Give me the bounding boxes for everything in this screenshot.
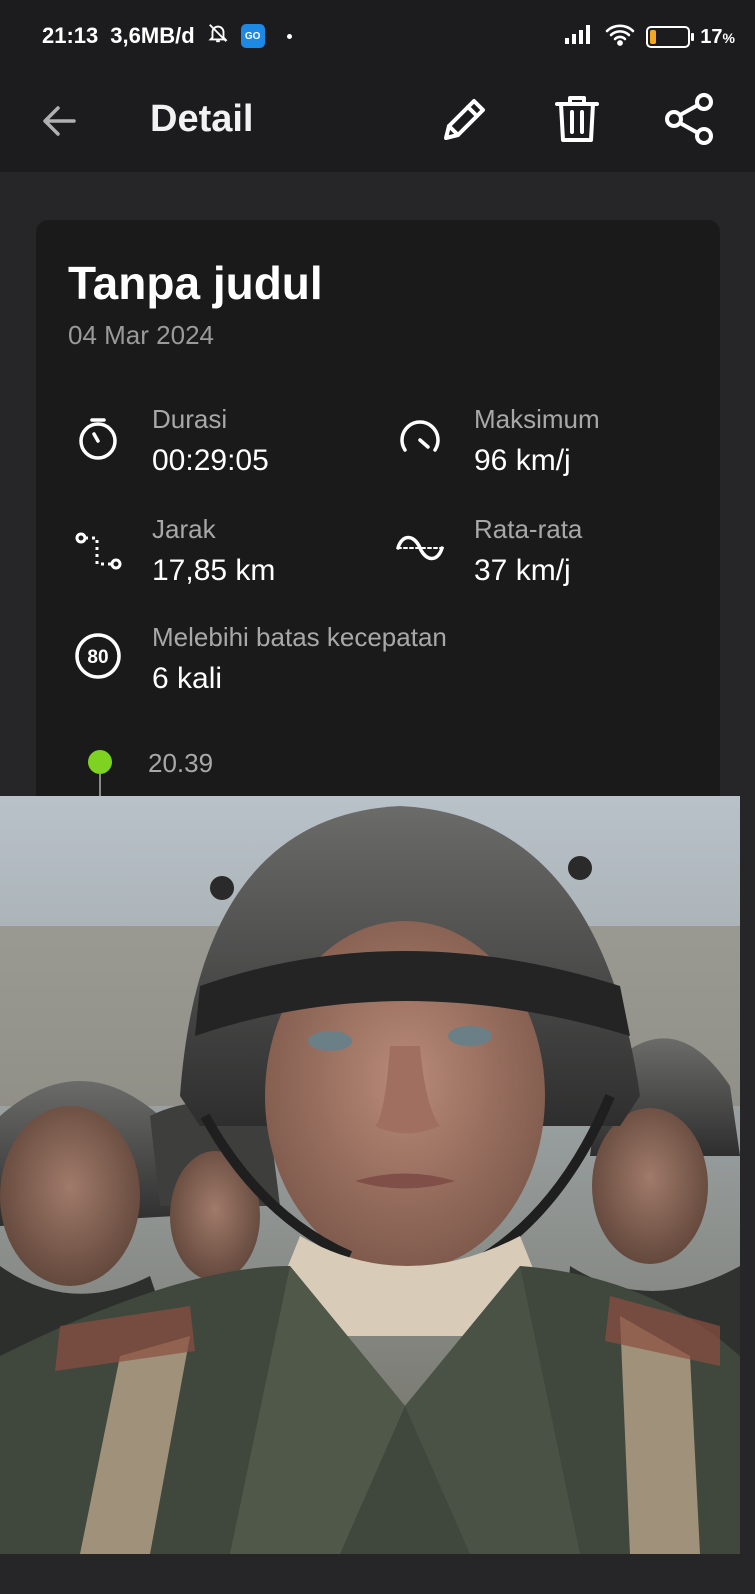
page-title: Detail xyxy=(150,98,254,140)
stat-over-limit: 80 Melebihi batas kecepatan 6 kali xyxy=(74,622,694,702)
stat-distance-label: Jarak xyxy=(152,514,216,544)
stat-distance: Jarak 17,85 km xyxy=(74,514,374,594)
edit-button[interactable] xyxy=(436,90,494,148)
stat-over-limit-value: 6 kali xyxy=(152,662,223,695)
stat-avg-speed: Rata-rata 37 km/j xyxy=(396,514,696,594)
overlay-photo xyxy=(0,796,740,1554)
share-icon xyxy=(665,93,713,145)
trip-date: 04 Mar 2024 xyxy=(68,320,214,350)
bell-off-icon xyxy=(207,22,229,50)
speed-limit-badge: 80 xyxy=(87,647,108,668)
stopwatch-icon xyxy=(79,418,117,460)
signal-icon xyxy=(564,23,594,51)
status-time: 21:13 xyxy=(42,23,99,48)
status-left: 21:13 3,6MB/d GO xyxy=(42,22,292,50)
route-icon xyxy=(75,532,122,570)
status-data-rate: 3,6MB/d xyxy=(110,23,195,48)
speed-limit-icon: 80 xyxy=(74,632,122,680)
stat-duration-label: Durasi xyxy=(152,404,228,434)
delete-button[interactable] xyxy=(548,90,606,148)
wave-icon xyxy=(396,535,444,561)
share-button[interactable] xyxy=(660,90,718,148)
stat-max-speed-label: Maksimum xyxy=(474,404,600,434)
stat-max-speed: Maksimum 96 km/j xyxy=(396,404,696,484)
soldier-photo-image xyxy=(0,796,740,1554)
trip-title: Tanpa judul xyxy=(68,257,323,309)
back-button[interactable] xyxy=(36,96,86,146)
stat-max-speed-value: 96 km/j xyxy=(474,444,571,477)
pencil-icon xyxy=(444,99,485,140)
speedometer-icon xyxy=(400,420,440,452)
status-right: 17% xyxy=(564,22,735,52)
stat-avg-speed-label: Rata-rata xyxy=(474,514,583,544)
navigation-bar xyxy=(0,1554,755,1594)
trip-detail-card: Tanpa judul 04 Mar 2024 Durasi 00:29:05 xyxy=(36,220,720,820)
stat-avg-speed-value: 37 km/j xyxy=(474,554,571,587)
arrow-left-icon xyxy=(43,106,76,136)
stat-duration: Durasi 00:29:05 xyxy=(74,404,374,484)
status-bar: 21:13 3,6MB/d GO 17% xyxy=(0,0,755,74)
battery-level xyxy=(650,30,657,44)
battery-icon xyxy=(646,26,695,48)
go-app-icon: GO xyxy=(240,24,265,48)
app-bar: Detail xyxy=(0,74,755,172)
wifi-icon xyxy=(604,22,636,52)
timeline-start-dot xyxy=(88,750,112,774)
stat-duration-value: 00:29:05 xyxy=(152,444,269,477)
timeline-start-time: 20.39 xyxy=(148,748,214,778)
trash-icon xyxy=(555,96,599,142)
screen: 21:13 3,6MB/d GO 17% Detail Tanpa judul … xyxy=(0,0,755,1594)
battery-percent: 17% xyxy=(700,25,735,48)
stat-over-limit-label: Melebihi batas kecepatan xyxy=(152,622,447,652)
notification-dot-icon xyxy=(286,33,292,39)
stat-distance-value: 17,85 km xyxy=(152,554,276,587)
